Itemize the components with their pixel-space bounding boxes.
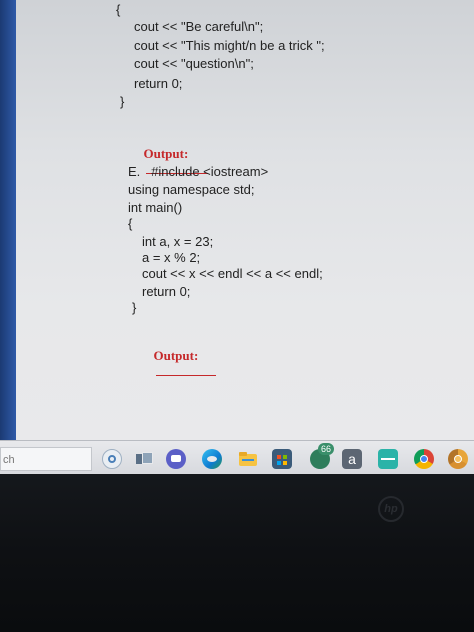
code-line: int main()	[128, 200, 183, 215]
output-label-text: Output:	[153, 348, 199, 363]
store-icon[interactable]	[272, 449, 292, 469]
task-view-icon[interactable]	[134, 449, 154, 469]
file-explorer-icon[interactable]	[238, 449, 258, 469]
chrome-icon[interactable]	[414, 449, 434, 469]
monitor-screen: { cout << "Be careful\n"; cout << "This …	[0, 0, 474, 440]
app-sidebar	[0, 0, 16, 440]
code-line: int a, x = 23;	[142, 234, 214, 249]
amazon-icon[interactable]: a	[342, 449, 362, 469]
laptop-bezel	[0, 474, 474, 632]
document-page: { cout << "Be careful\n"; cout << "This …	[16, 0, 474, 440]
code-line: E. #include <iostream>	[128, 164, 269, 179]
code-line: cout << "This might/n be a trick ";	[134, 38, 325, 53]
code-line: {	[128, 216, 133, 231]
output-label: Output:	[134, 332, 216, 396]
chrome-canary-icon[interactable]	[448, 449, 468, 469]
code-line: cout << "Be careful\n";	[134, 19, 264, 34]
edge-icon[interactable]	[202, 449, 222, 469]
amazon-icon-letter: a	[348, 451, 356, 467]
taskbar: ch 66 a	[0, 440, 474, 475]
output-label-text: Output:	[143, 146, 189, 161]
code-line: using namespace std;	[128, 182, 255, 197]
search-box-text: ch	[3, 454, 15, 466]
code-line: a = x % 2;	[142, 250, 201, 265]
app-teal-icon[interactable]	[378, 449, 398, 469]
notification-badge: 66	[318, 443, 335, 455]
code-line: }	[120, 94, 125, 109]
code-line: cout << x << endl << a << endl;	[142, 266, 323, 281]
code-line: {	[116, 2, 121, 17]
code-line: cout << "question\n";	[134, 56, 254, 71]
hp-logo-text: hp	[384, 503, 398, 515]
code-line: return 0;	[134, 76, 183, 91]
cortana-icon[interactable]	[102, 449, 122, 469]
output-blank-line	[155, 365, 216, 376]
code-line: }	[132, 300, 137, 315]
chat-icon[interactable]	[166, 449, 186, 469]
hp-logo: hp	[378, 496, 404, 522]
code-line: return 0;	[142, 284, 191, 299]
taskbar-search-box[interactable]: ch	[0, 447, 92, 471]
